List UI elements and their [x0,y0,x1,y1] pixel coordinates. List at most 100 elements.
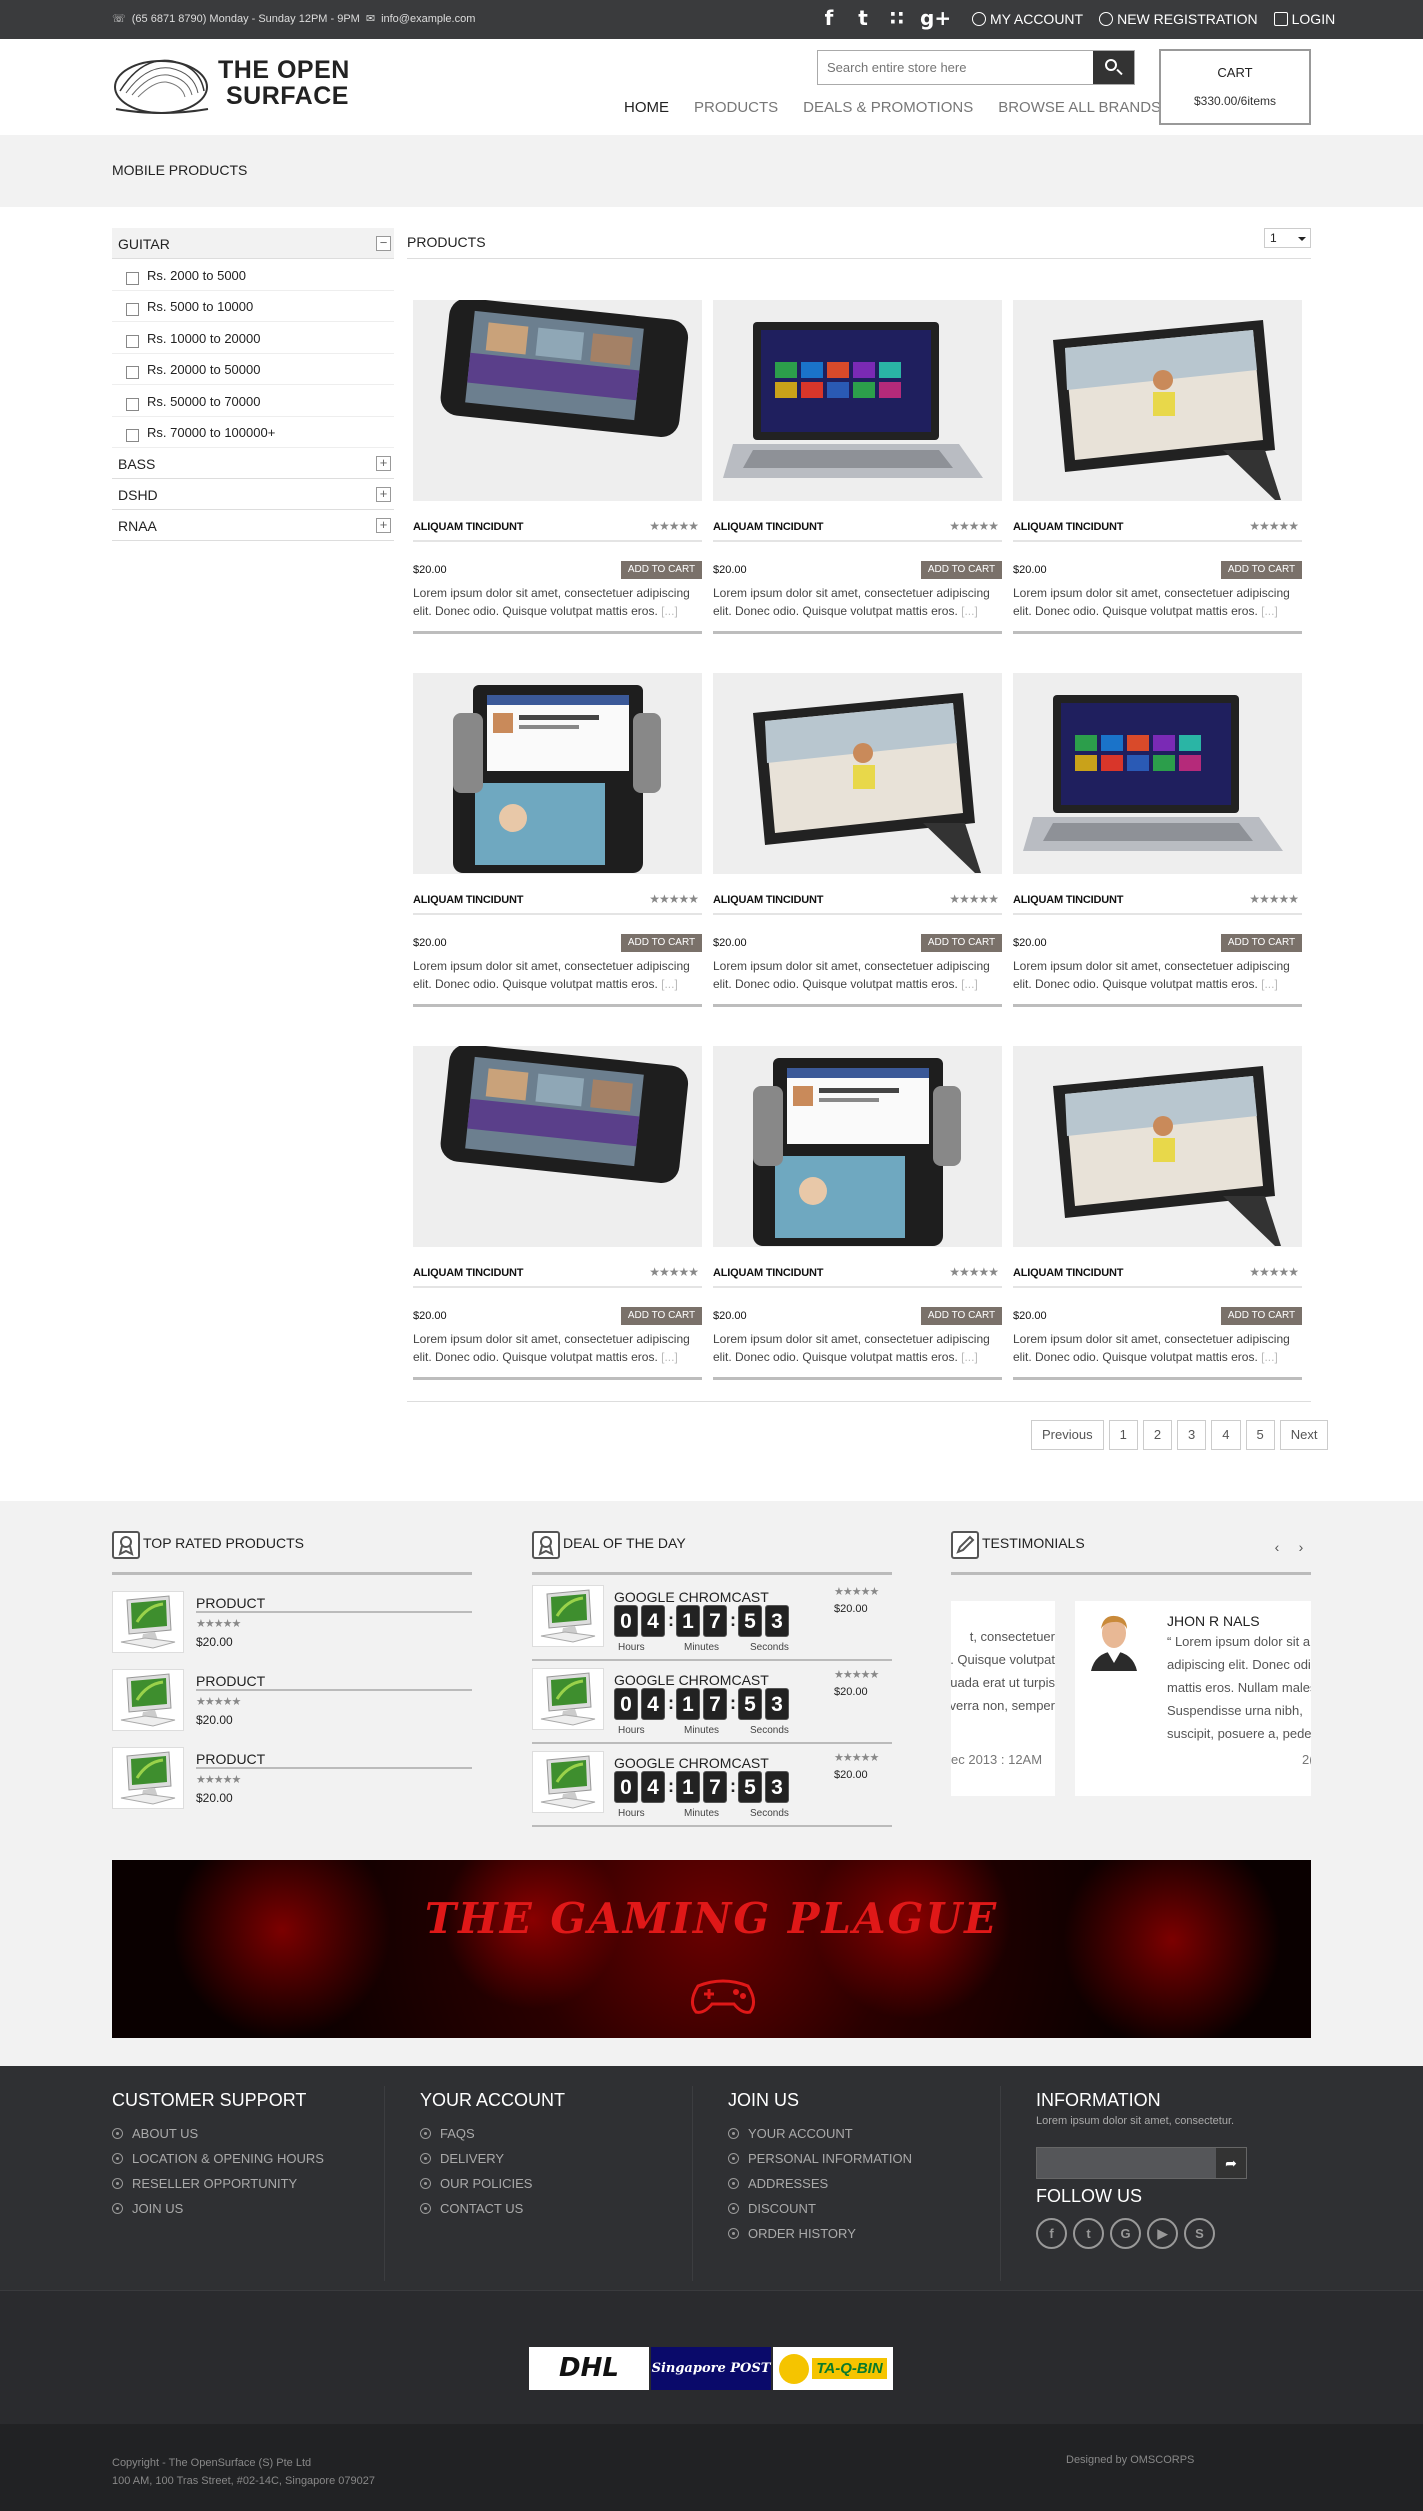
new-registration-link[interactable]: NEW REGISTRATION [1099,11,1258,27]
footer-link[interactable]: PERSONAL INFORMATION [728,2146,912,2171]
nav-home[interactable]: HOME [624,99,669,116]
add-to-cart-button[interactable]: ADD TO CART [1221,561,1302,579]
login-link[interactable]: LOGIN [1273,11,1335,27]
read-more-link[interactable]: [...] [961,604,978,618]
footer-link[interactable]: DISCOUNT [728,2196,912,2221]
checkbox[interactable] [126,429,139,443]
add-to-cart-button[interactable]: ADD TO CART [621,1307,702,1325]
add-to-cart-button[interactable]: ADD TO CART [921,934,1002,952]
product-name[interactable]: ALIQUAM TINCIDUNT [413,521,523,533]
pagination-page-3[interactable]: 3 [1177,1420,1207,1450]
product-image[interactable] [713,1046,1002,1247]
footer-link[interactable]: OUR POLICIES [420,2171,565,2196]
facebook-icon[interactable]: f [818,6,840,30]
product-name[interactable]: ALIQUAM TINCIDUNT [713,521,823,533]
expand-icon[interactable]: + [376,518,391,533]
footer-link[interactable]: YOUR ACCOUNT [728,2121,912,2146]
add-to-cart-button[interactable]: ADD TO CART [621,561,702,579]
price-filter-option[interactable]: Rs. 70000 to 100000+ [112,417,394,448]
read-more-link[interactable]: [...] [661,604,678,618]
per-page-select[interactable]: 1 [1264,228,1311,248]
nav-products[interactable]: PRODUCTS [694,99,778,116]
product-thumbnail[interactable] [112,1669,184,1731]
checkbox[interactable] [126,271,139,285]
product-name[interactable]: ALIQUAM TINCIDUNT [1013,1267,1123,1279]
read-more-link[interactable]: [...] [961,977,978,991]
send-icon[interactable]: ➦ [1216,2148,1246,2178]
add-to-cart-button[interactable]: ADD TO CART [621,934,702,952]
product-image[interactable] [1013,673,1302,874]
product-name[interactable]: ALIQUAM TINCIDUNT [413,894,523,906]
footer-link[interactable]: DELIVERY [420,2146,565,2171]
product-image[interactable] [413,1046,702,1247]
product-name[interactable]: ALIQUAM TINCIDUNT [1013,894,1123,906]
footer-link[interactable]: RESELLER OPPORTUNITY [112,2171,324,2196]
footer-link[interactable]: FAQS [420,2121,565,2146]
search-button[interactable] [1093,51,1134,84]
product-name[interactable]: ALIQUAM TINCIDUNT [713,894,823,906]
pagination-page-5[interactable]: 5 [1245,1420,1275,1450]
oyster-logo-icon[interactable] [112,51,210,117]
newsletter-input[interactable]: ➦ [1036,2147,1247,2179]
price-filter-option[interactable]: Rs. 50000 to 70000 [112,385,394,417]
testimonial-prev-button[interactable]: ‹ [1268,1538,1286,1556]
category-item[interactable]: RNAA + [112,510,394,541]
price-filter-option[interactable]: Rs. 2000 to 5000 [112,259,394,291]
category-item[interactable]: DSHD + [112,479,394,510]
gaming-banner[interactable]: THE GAMING PLAGUE [112,1860,1311,2038]
price-filter-option[interactable]: Rs. 20000 to 50000 [112,354,394,385]
deal-name[interactable]: GOOGLE CHROMCAST [614,1589,769,1605]
footer-link[interactable]: CONTACT US [420,2196,565,2221]
deal-name[interactable]: GOOGLE CHROMCAST [614,1755,769,1771]
designer-credit[interactable]: Designed by OMSCORPS [1066,2454,1194,2466]
pagination-next-button[interactable]: Next [1279,1420,1329,1450]
site-logo-text[interactable]: THE OPEN SURFACE [218,57,350,109]
footer-link[interactable]: ABOUT US [112,2121,324,2146]
read-more-link[interactable]: [...] [661,977,678,991]
pagination-prev-button[interactable]: Previous [1031,1420,1104,1450]
youtube-icon[interactable]: ▶ [1147,2218,1178,2249]
checkbox[interactable] [126,303,139,317]
twitter-icon[interactable]: t [1073,2218,1104,2249]
product-thumbnail[interactable] [112,1747,184,1809]
product-image[interactable] [413,673,702,874]
product-image[interactable] [713,673,1002,874]
top-rated-name[interactable]: PRODUCT [196,1673,265,1689]
read-more-link[interactable]: [...] [961,1350,978,1364]
product-name[interactable]: ALIQUAM TINCIDUNT [1013,521,1123,533]
pagination-page-4[interactable]: 4 [1211,1420,1241,1450]
twitter-icon[interactable]: t [852,6,874,30]
deal-name[interactable]: GOOGLE CHROMCAST [614,1672,769,1688]
read-more-link[interactable]: [...] [1261,1350,1278,1364]
facebook-icon[interactable]: f [1036,2218,1067,2249]
product-thumbnail[interactable] [532,1751,604,1813]
add-to-cart-button[interactable]: ADD TO CART [921,1307,1002,1325]
checkbox[interactable] [126,366,139,380]
footer-link[interactable]: ADDRESSES [728,2171,912,2196]
checkbox[interactable] [126,334,139,348]
nav-brands[interactable]: BROWSE ALL BRANDS [998,99,1161,116]
category-item[interactable]: BASS + [112,448,394,479]
price-filter-option[interactable]: Rs. 5000 to 10000 [112,291,394,322]
product-image[interactable] [713,300,1002,501]
footer-link[interactable]: ORDER HISTORY [728,2221,912,2246]
price-filter-option[interactable]: Rs. 10000 to 20000 [112,322,394,354]
skype-icon[interactable]: S [1184,2218,1215,2249]
product-image[interactable] [413,300,702,501]
pagination-page-1[interactable]: 1 [1108,1420,1138,1450]
product-thumbnail[interactable] [532,1668,604,1730]
footer-link[interactable]: LOCATION & OPENING HOURS [112,2146,324,2171]
cart-box[interactable]: CART $330.00/6items [1159,49,1311,125]
google-icon[interactable]: G [1110,2218,1141,2249]
collapse-icon[interactable]: − [376,236,391,251]
product-thumbnail[interactable] [112,1591,184,1653]
footer-link[interactable]: JOIN US [112,2196,324,2221]
add-to-cart-button[interactable]: ADD TO CART [1221,1307,1302,1325]
rss-icon[interactable]: ∷ [886,6,908,30]
googleplus-icon[interactable]: g+ [920,6,951,30]
read-more-link[interactable]: [...] [661,1350,678,1364]
expand-icon[interactable]: + [376,487,391,502]
add-to-cart-button[interactable]: ADD TO CART [1221,934,1302,952]
testimonial-next-button[interactable]: › [1292,1538,1310,1556]
product-name[interactable]: ALIQUAM TINCIDUNT [713,1267,823,1279]
